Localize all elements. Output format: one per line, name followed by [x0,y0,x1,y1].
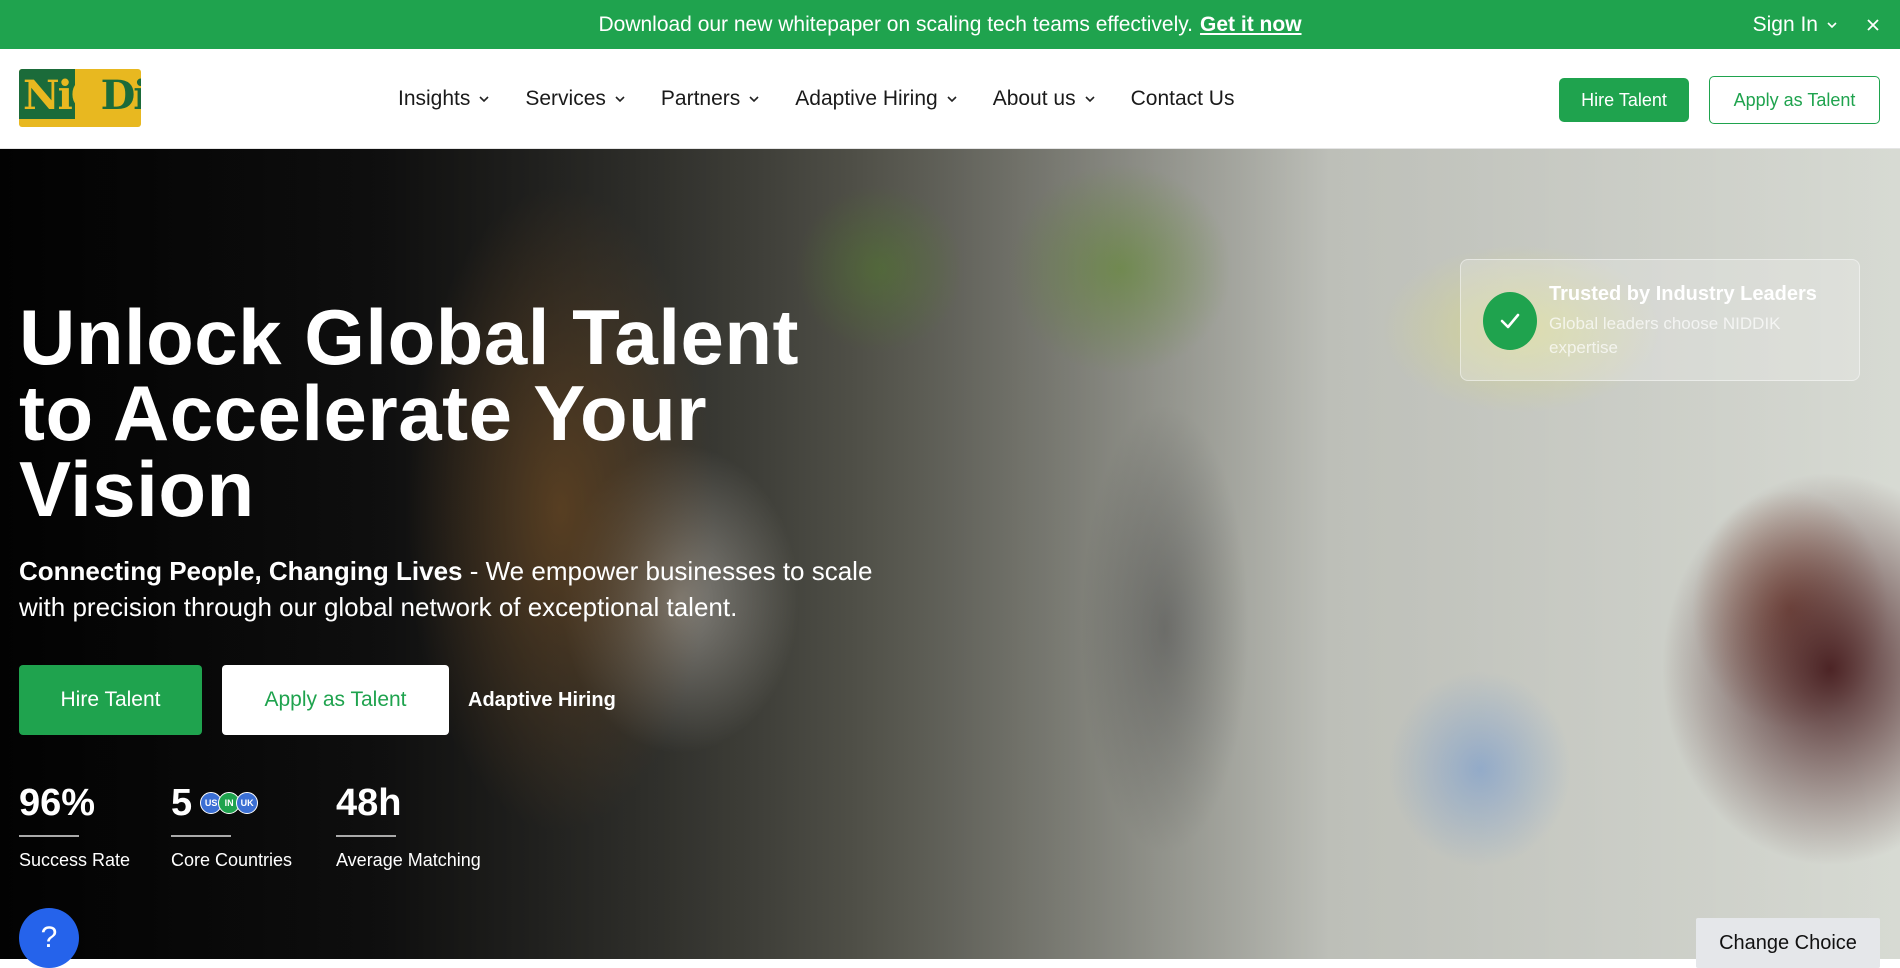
stat-core-countries: 5 US IN UK Core Countries [171,783,292,871]
section-divider [0,959,1900,968]
hero-subtitle-bold: Connecting People, Changing Lives [19,556,463,586]
stat-label: Average Matching [336,850,481,870]
stat-divider [171,835,231,837]
nav-item-insights[interactable]: Insights [398,87,490,111]
stat-label: Core Countries [171,850,293,870]
apply-as-talent-button[interactable]: Apply as Talent [222,665,449,735]
stat-label: Success Rate [19,850,131,870]
chevron-down-icon [1085,96,1095,103]
nav-menu: Insights Services Partners Adaptive Hiri… [398,49,1269,149]
stat-value: 5 [171,782,193,824]
hero-subtitle: Connecting People, Changing Lives - We e… [19,553,899,625]
logo[interactable]: NiCDiK [19,69,141,127]
stat-divider [336,835,396,837]
nav-item-label: Services [525,87,606,110]
nav-item-label: Partners [660,87,741,110]
chevron-down-icon [947,96,957,103]
change-choice-button[interactable]: Change Choice [1696,918,1880,968]
stat-divider [19,835,79,837]
flag-uk-icon: UK [236,792,259,814]
hire-talent-button[interactable]: Hire Talent [19,665,202,735]
stat-value-row: 5 US IN UK [171,783,292,823]
sign-in-menu[interactable]: Sign In [1753,0,1838,49]
announcement-text: Download our new whitepaper on scaling t… [598,12,1194,36]
whitepaper-link[interactable]: Get it now [1200,13,1302,37]
stat-average-matching: 48h Average Matching [336,783,481,871]
stat-success-rate: 96% Success Rate [19,783,130,871]
logo-text: NiCDiK [23,72,141,119]
nav-item-label: Insights [398,87,471,110]
nav-item-about-us[interactable]: About us [993,87,1096,111]
trusted-description: Global leaders choose NIDDIK expertise [1549,314,1781,357]
chevron-down-icon [749,96,759,103]
chevron-down-icon [1827,21,1837,28]
stat-value: 48h [336,782,402,824]
help-button[interactable]: ? [19,908,79,968]
hire-talent-nav-button[interactable]: Hire Talent [1559,78,1689,122]
apply-as-talent-nav-button[interactable]: Apply as Talent [1709,76,1880,124]
hero-title: Unlock Global Talent to Accelerate Your … [19,293,799,533]
nav-item-adaptive-hiring[interactable]: Adaptive Hiring [795,87,957,111]
chevron-down-icon [479,96,489,103]
announcement-bar: Download our new whitepaper on scaling t… [0,0,1900,49]
adaptive-hiring-link[interactable]: Adaptive Hiring [468,665,616,735]
nav-item-label: Adaptive Hiring [795,87,938,110]
nav-item-services[interactable]: Services [525,87,626,111]
nav-item-contact-us[interactable]: Contact Us [1131,87,1235,111]
chevron-down-icon [615,96,625,103]
trusted-title: Trusted by Industry Leaders [1549,283,1817,305]
country-flags: US IN UK [200,792,259,814]
nav-item-label: About us [992,87,1076,110]
nav-item-partners[interactable]: Partners [661,87,760,111]
sign-in-label: Sign In [1752,12,1818,36]
trusted-badge-card: Trusted by Industry Leaders Global leade… [1460,259,1860,381]
close-icon[interactable] [1866,0,1880,49]
nav-item-label: Contact Us [1130,87,1235,110]
main-nav: NiCDiK Insights Services Partners Adapti… [0,49,1900,149]
check-icon [1483,292,1537,350]
hero-section: Unlock Global Talent to Accelerate Your … [0,149,1900,959]
stat-value: 96% [19,782,96,824]
